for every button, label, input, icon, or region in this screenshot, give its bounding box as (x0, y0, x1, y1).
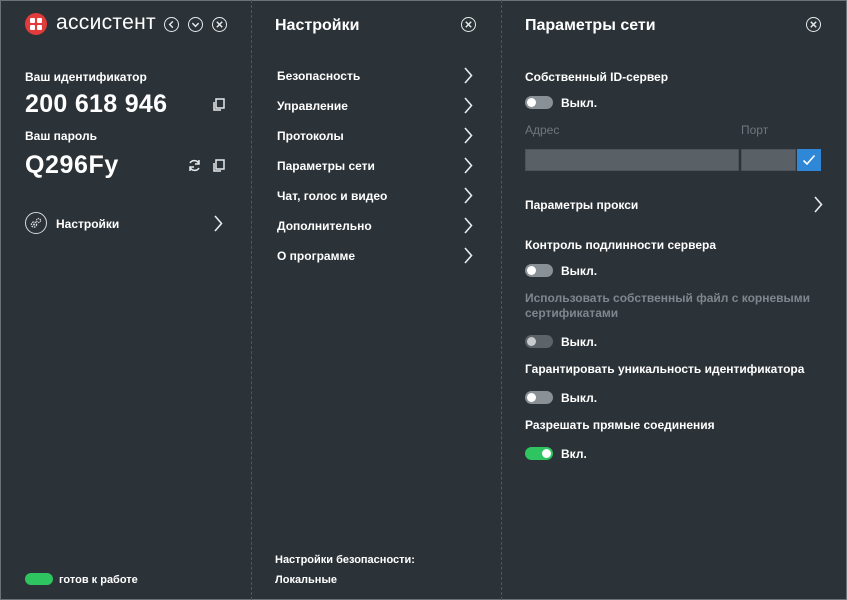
chevron-right-icon (464, 127, 473, 144)
status-text: готов к работе (59, 574, 138, 586)
chevron-right-icon (464, 247, 473, 264)
proxy-label: Параметры прокси (525, 198, 639, 212)
address-label: Адрес (525, 123, 560, 137)
app-logo-icon (25, 13, 47, 35)
pane-divider (501, 0, 502, 600)
direct-connections-label: Разрешать прямые соединения (525, 418, 715, 432)
status-indicator (25, 573, 53, 585)
own-id-server-toggle[interactable] (525, 96, 553, 109)
settings-button[interactable]: Настройки (25, 212, 227, 236)
unique-id-toggle[interactable] (525, 391, 553, 404)
menu-item-label: Управление (277, 99, 348, 113)
close-icon (810, 21, 817, 28)
chevron-right-icon (464, 217, 473, 234)
checkmark-icon (802, 154, 816, 166)
menu-item-label: Дополнительно (277, 219, 372, 233)
menu-item-label: О программе (277, 249, 356, 263)
app-title: ассистент (56, 11, 156, 34)
password-value: Q296Fy (25, 151, 119, 179)
security-value: Локальные (275, 574, 337, 586)
copy-id-icon[interactable] (211, 97, 226, 112)
menu-item-label: Чат, голос и видео (277, 189, 388, 203)
menu-item-label: Безопасность (277, 69, 361, 83)
refresh-password-icon[interactable] (187, 158, 202, 173)
menu-item-advanced[interactable]: Дополнительно (277, 215, 477, 239)
menu-item-about[interactable]: О программе (277, 245, 477, 269)
address-input[interactable] (525, 149, 739, 171)
menu-item-control[interactable]: Управление (277, 95, 477, 119)
close-icon (465, 21, 472, 28)
settings-label: Настройки (56, 217, 120, 231)
chevron-right-icon (464, 157, 473, 174)
close-network-button[interactable] (806, 17, 821, 32)
id-label: Ваш идентификатор (25, 70, 147, 84)
password-label: Ваш пароль (25, 129, 97, 143)
chevron-right-icon (814, 196, 823, 213)
server-auth-label: Контроль подлинности сервера (525, 238, 717, 252)
unique-id-state: Выкл. (561, 391, 598, 405)
root-certs-label: Использовать собственный файл с корневым… (525, 291, 811, 320)
copy-password-icon[interactable] (211, 158, 226, 173)
proxy-settings-button[interactable]: Параметры прокси (525, 194, 823, 216)
pane-divider (251, 0, 252, 600)
apply-server-button[interactable] (797, 149, 821, 171)
menu-item-protocols[interactable]: Протоколы (277, 125, 477, 149)
chevron-right-icon (464, 97, 473, 114)
server-auth-toggle[interactable] (525, 264, 553, 277)
server-auth-state: Выкл. (561, 264, 598, 278)
chevron-left-icon (168, 20, 174, 29)
close-icon (216, 21, 223, 28)
own-id-server-state: Выкл. (561, 96, 598, 110)
close-settings-button[interactable] (461, 17, 476, 32)
network-title: Параметры сети (525, 17, 656, 34)
root-certs-state: Выкл. (561, 335, 598, 349)
own-id-server-label: Собственный ID-сервер (525, 70, 669, 84)
chevron-down-icon (191, 22, 200, 28)
minimize-button[interactable] (188, 17, 203, 32)
close-app-button[interactable] (212, 17, 227, 32)
id-value: 200 618 946 (25, 90, 168, 118)
gears-icon (25, 212, 47, 234)
chevron-right-icon (214, 215, 223, 232)
root-certs-toggle[interactable] (525, 335, 553, 348)
port-input[interactable] (741, 149, 796, 171)
direct-connections-state: Вкл. (561, 447, 587, 461)
menu-item-chat-voice-video[interactable]: Чат, голос и видео (277, 185, 477, 209)
chevron-right-icon (464, 187, 473, 204)
menu-item-network[interactable]: Параметры сети (277, 155, 477, 179)
menu-item-label: Протоколы (277, 129, 344, 143)
back-button[interactable] (164, 17, 179, 32)
unique-id-label: Гарантировать уникальность идентификатор… (525, 362, 805, 376)
settings-title: Настройки (275, 17, 360, 34)
chevron-right-icon (464, 67, 473, 84)
direct-connections-toggle[interactable] (525, 447, 553, 460)
security-caption: Настройки безопасности: (275, 554, 415, 566)
menu-item-security[interactable]: Безопасность (277, 65, 477, 89)
menu-item-label: Параметры сети (277, 159, 375, 173)
port-label: Порт (741, 123, 769, 137)
